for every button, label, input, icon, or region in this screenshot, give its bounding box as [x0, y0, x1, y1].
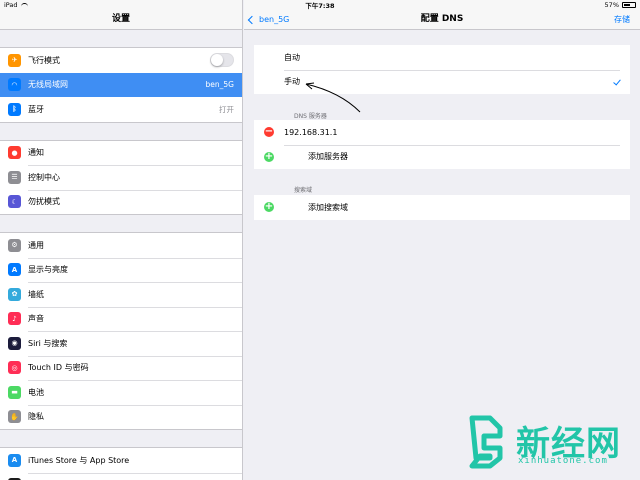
hand-icon: ✋ — [8, 410, 21, 424]
search-domains-header: 搜索域 — [294, 187, 313, 194]
sidebar-item-label: 蓝牙 — [28, 104, 44, 114]
sidebar-item-label: 显示与亮度 — [28, 265, 68, 275]
sidebar-item[interactable]: ✋ 隐私 — [0, 404, 242, 430]
settings-sidebar: 设置 ✈ 飞行模式 ◠ 无线局域网 ben_5G ᛒ 蓝牙 打开 ● 通知 ☰ 控制中心 ☾ 勿扰模式 ⚙ 通… — [0, 0, 243, 480]
battery-icon — [622, 2, 636, 8]
dns-mode-group: 自动 手动 — [254, 45, 630, 94]
settings-group: AiTunes Store 与 App Store▤Wallet 与 Apple… — [0, 447, 242, 480]
settings-list: ✈ 飞行模式 ◠ 无线局域网 ben_5G ᛒ 蓝牙 打开 ● 通知 ☰ 控制中心 ☾ 勿扰模式 ⚙ 通用 A 显… — [0, 47, 242, 480]
search-domains-group: + 添加搜索域 — [254, 195, 630, 220]
back-button-label: ben_5G — [259, 15, 290, 24]
sidebar-item-label: 通知 — [28, 148, 44, 158]
sidebar-item[interactable]: ● 通知 — [0, 141, 242, 166]
sidebar-item-label: 飞行模式 — [28, 55, 60, 65]
sidebar-item-label: iTunes Store 与 App Store — [28, 455, 130, 465]
status-time: 下午7:38 — [305, 2, 335, 10]
add-search-domain-icon[interactable]: + — [264, 202, 274, 213]
settings-group: ⚙ 通用 A 显示与亮度 ✿ 墙纸 ♪ 声音 ◉ Siri 与搜索 ◎ Touch ID 与密码 ▬ 电池… — [0, 232, 242, 430]
checkmark-icon — [613, 77, 621, 85]
sidebar-item[interactable]: ⚙ 通用 — [0, 233, 242, 258]
sidebar-item-label: 控制中心 — [28, 172, 60, 182]
save-button[interactable]: 存储 — [614, 10, 630, 29]
add-server-icon[interactable]: + — [264, 151, 274, 162]
add-server-row[interactable]: + 添加服务器 — [254, 144, 630, 170]
site-watermark: 新经网 xinhuatone.com — [466, 414, 636, 476]
gear-icon: ⚙ — [8, 238, 21, 252]
sidebar-title: 设置 — [111, 14, 130, 24]
sidebar-item[interactable]: ♪ 声音 — [0, 306, 242, 332]
sidebar-item[interactable]: ◎ Touch ID 与密码 — [0, 355, 242, 381]
sidebar-item[interactable]: ◠ 无线局域网 ben_5G — [0, 72, 242, 97]
dns-servers-group: − 192.168.31.1 + 添加服务器 — [254, 120, 630, 169]
sidebar-item[interactable]: A 显示与亮度 — [0, 257, 242, 283]
dns-mode-manual-label: 手动 — [284, 77, 300, 87]
battery-icon: ▬ — [8, 385, 21, 399]
dns-mode-automatic[interactable]: 自动 — [254, 45, 630, 70]
add-search-domain-row[interactable]: + 添加搜索域 — [254, 195, 630, 220]
sidebar-item-label: 勿扰模式 — [28, 197, 60, 207]
sidebar-item[interactable]: ☰ 控制中心 — [0, 165, 242, 190]
settings-group: ● 通知 ☰ 控制中心 ☾ 勿扰模式 — [0, 139, 242, 215]
sidebar-item-label: 电池 — [28, 387, 44, 397]
sidebar-item[interactable]: ✿ 墙纸 — [0, 282, 242, 307]
sidebar-item-value: ben_5G — [205, 80, 234, 90]
sidebar-item-value: 打开 — [219, 104, 234, 114]
app-store-icon: A — [8, 453, 21, 467]
moon-icon: ☾ — [8, 195, 21, 209]
display-icon: A — [8, 263, 21, 277]
sidebar-item-label: 无线局域网 — [28, 80, 68, 90]
dns-server-row[interactable]: − 192.168.31.1 — [254, 120, 630, 145]
detail-pane: ben_5G 配置 DNS 存储 自动 手动 DNS 服务器 − 192.168… — [244, 0, 640, 480]
wallpaper-icon: ✿ — [8, 287, 21, 301]
airplane-mode-toggle[interactable] — [210, 53, 234, 68]
remove-server-icon[interactable]: − — [264, 127, 274, 138]
sidebar-item-label: Touch ID 与密码 — [28, 363, 89, 373]
notifications-icon: ● — [8, 146, 21, 160]
sidebar-item[interactable]: ☾ 勿扰模式 — [0, 189, 242, 215]
dns-mode-manual[interactable]: 手动 — [254, 69, 630, 95]
sound-icon: ♪ — [8, 312, 21, 326]
settings-group: ✈ 飞行模式 ◠ 无线局域网 ben_5G ᛒ 蓝牙 打开 — [0, 47, 242, 123]
sidebar-item[interactable]: ▤Wallet 与 Apple Pay — [0, 472, 242, 480]
wifi-status-icon — [20, 2, 28, 8]
sidebar-item[interactable]: ᛒ 蓝牙 打开 — [0, 97, 242, 122]
sidebar-item-label: 通用 — [28, 240, 44, 250]
add-server-label: 添加服务器 — [308, 152, 348, 162]
watermark-domain: xinhuatone.com — [518, 456, 608, 466]
sidebar-item[interactable]: ◉ Siri 与搜索 — [0, 331, 242, 356]
fingerprint-icon: ◎ — [8, 361, 21, 375]
device-label: iPad — [4, 1, 18, 9]
status-bar: iPad 下午7:38 57% — [0, 0, 640, 10]
add-search-domain-label: 添加搜索域 — [308, 202, 348, 212]
bluetooth-icon: ᛒ — [8, 102, 21, 116]
back-button[interactable]: ben_5G — [247, 10, 290, 29]
airplane-icon: ✈ — [8, 53, 21, 67]
sidebar-item-label: 墙纸 — [28, 289, 44, 299]
dns-server-address[interactable]: 192.168.31.1 — [284, 128, 337, 137]
sidebar-item-label: 隐私 — [28, 412, 44, 422]
sidebar-item-label: Siri 与搜索 — [28, 338, 68, 348]
sidebar-item[interactable]: ✈ 飞行模式 — [0, 48, 242, 73]
watermark-logo-icon — [469, 415, 503, 469]
page-title: 配置 DNS — [420, 14, 464, 24]
control-center-icon: ☰ — [8, 170, 21, 184]
dns-servers-header: DNS 服务器 — [294, 113, 327, 120]
dns-mode-automatic-label: 自动 — [284, 52, 300, 62]
wifi-icon: ◠ — [8, 78, 21, 92]
battery-percent: 57% — [604, 1, 619, 9]
siri-icon: ◉ — [8, 336, 21, 350]
sidebar-item[interactable]: ▬ 电池 — [0, 380, 242, 405]
chevron-left-icon — [247, 15, 257, 24]
sidebar-item-label: 声音 — [28, 314, 44, 324]
sidebar-item[interactable]: AiTunes Store 与 App Store — [0, 448, 242, 473]
